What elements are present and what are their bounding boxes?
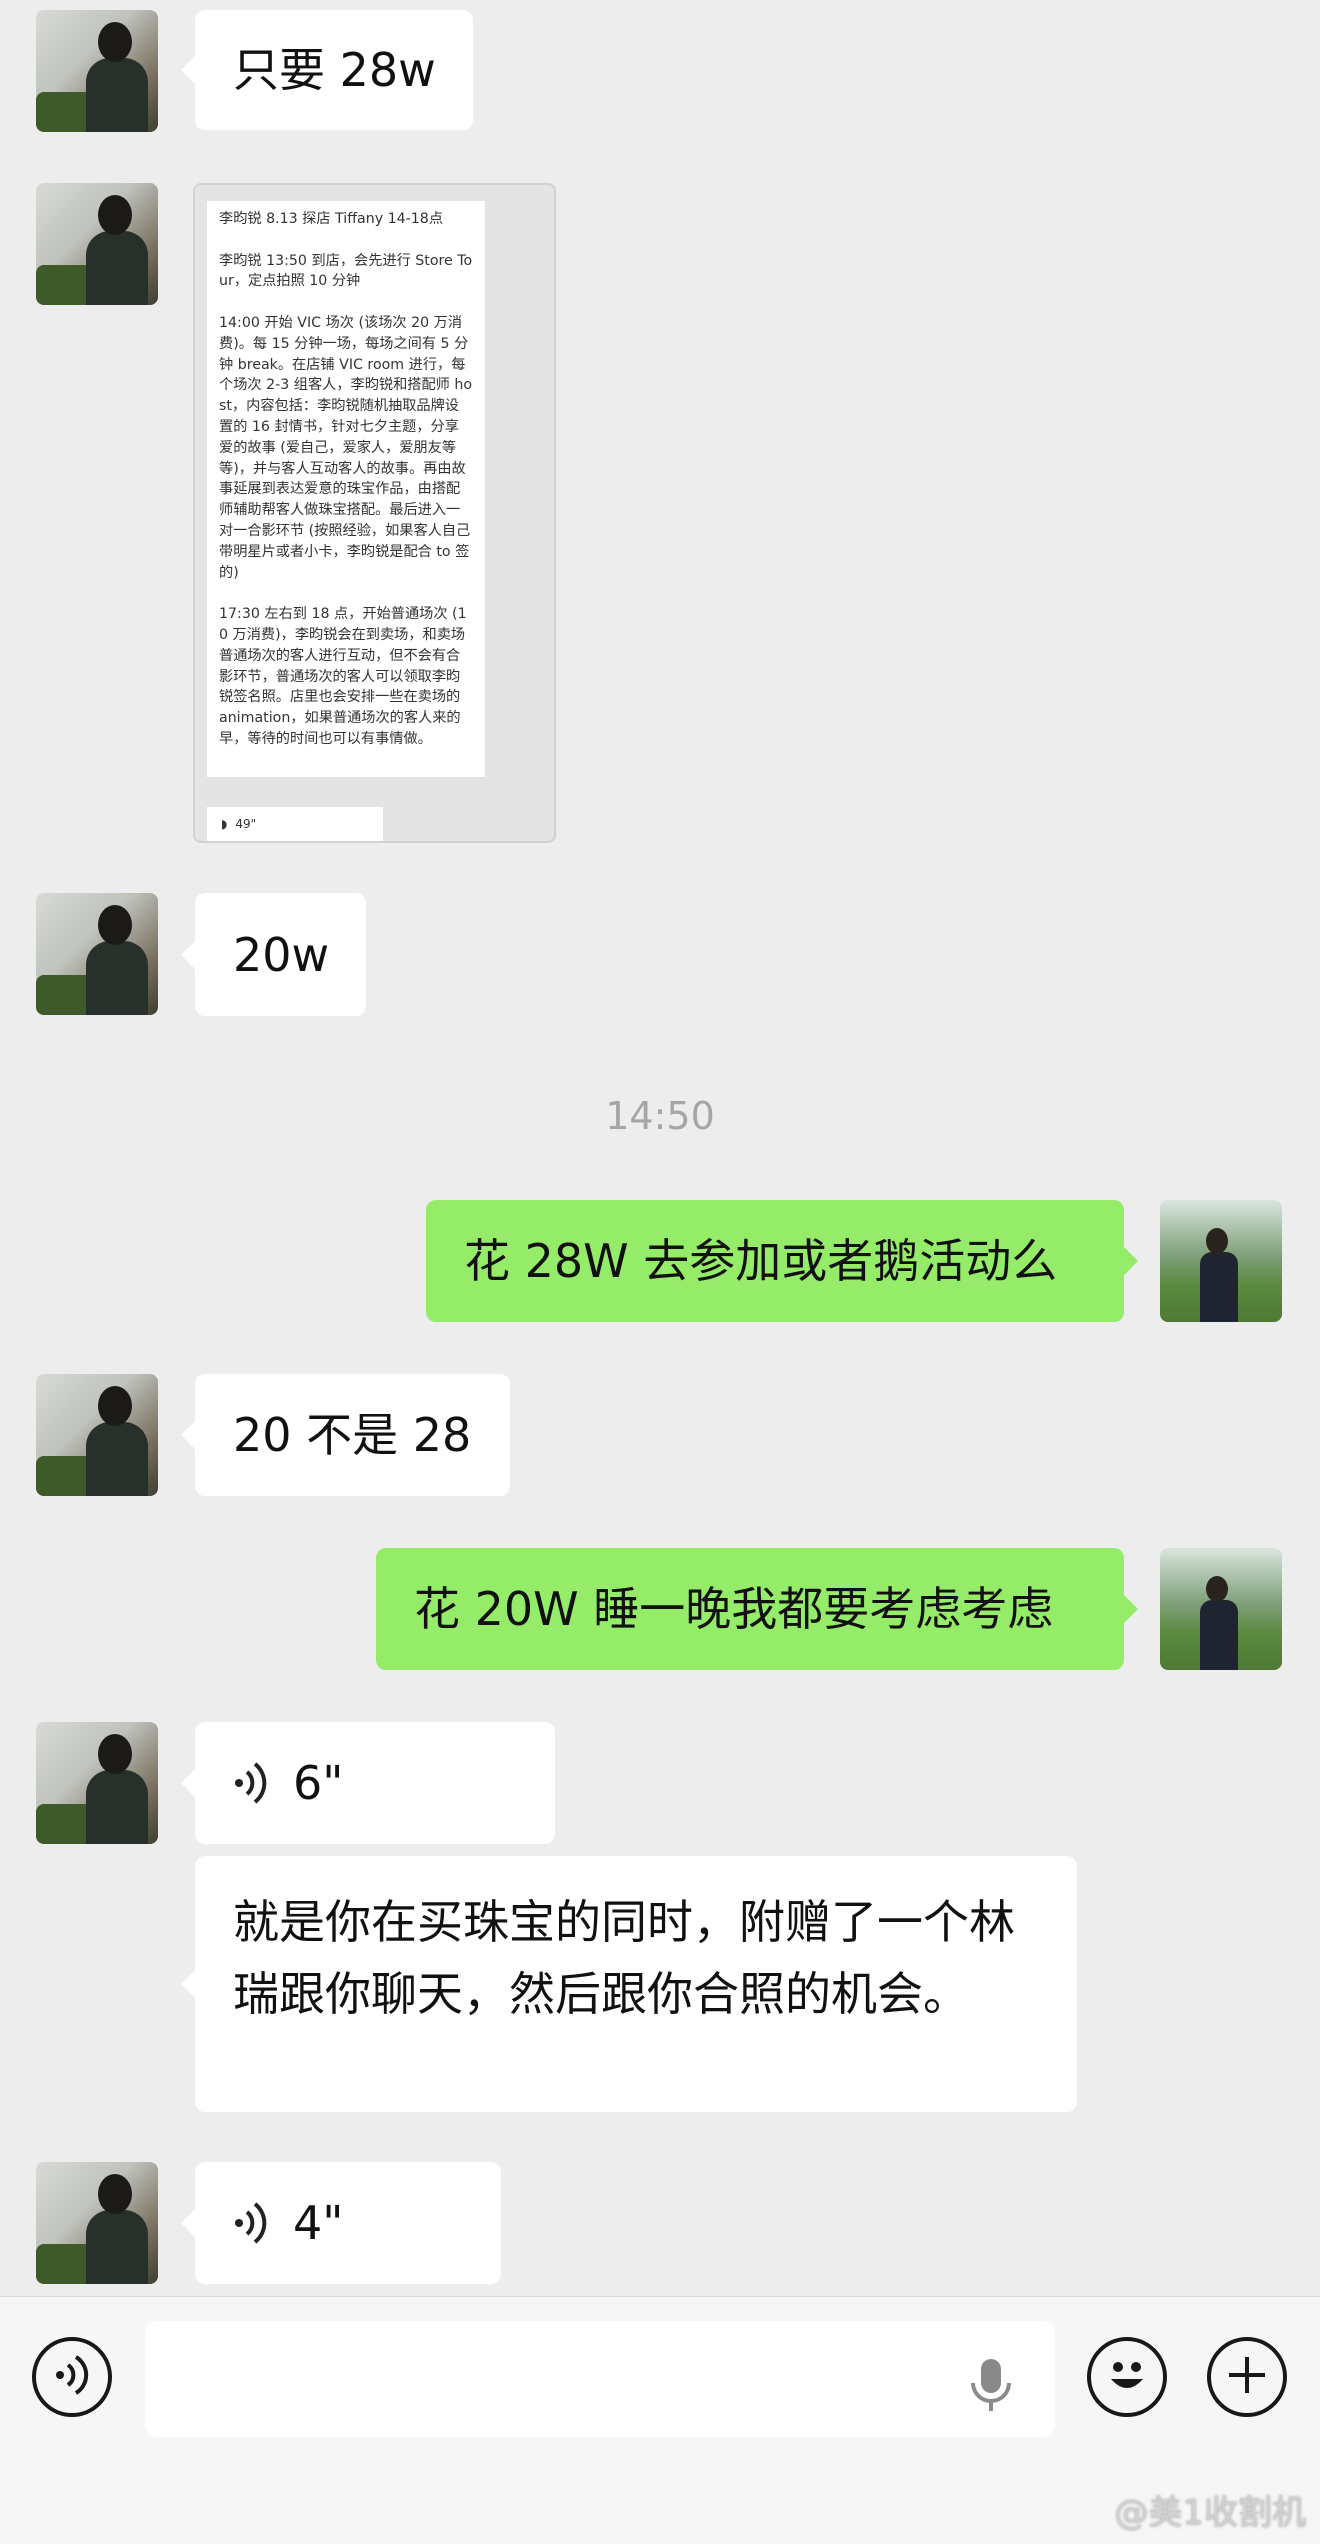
image-note-text: 李昀锐 8.13 探店 Tiffany 14-18点 李昀锐 13:50 到店，… [207,201,485,777]
message-text: 花 28W 去参加或者鹅活动么 [464,1234,1058,1288]
voice-message[interactable]: 4" [181,2162,501,2284]
contact-avatar[interactable] [36,183,158,305]
voice-wave-icon [233,1760,275,1806]
voice-duration: 6" [293,1756,344,1810]
image-message[interactable]: 李昀锐 8.13 探店 Tiffany 14-18点 李昀锐 13:50 到店，… [193,183,556,843]
message-text: 只要 28w [233,43,436,97]
contact-avatar[interactable] [36,893,158,1015]
voice-mode-button[interactable] [32,2337,112,2417]
contact-avatar[interactable] [36,1374,158,1496]
voice-duration: 49" [235,817,257,831]
message-bubble[interactable]: 只要 28w [181,10,473,130]
voice-duration: 4" [293,2196,344,2250]
message-bubble[interactable]: 20 不是 28 [181,1374,510,1496]
self-avatar[interactable] [1160,1548,1282,1670]
microphone-icon[interactable] [969,2355,1013,2415]
chat-input-bar: @美1收割机 [0,2296,1320,2544]
emoji-icon [1099,2347,1155,2407]
plus-icon [1225,2353,1269,2401]
message-text: 花 20W 睡一晚我都要考虑考虑 [414,1582,1054,1636]
message-text: 20w [233,927,330,982]
timestamp: 14:50 [605,1094,715,1138]
self-avatar[interactable] [1160,1200,1282,1322]
contact-avatar[interactable] [36,10,158,132]
voice-wave-icon [233,2200,275,2246]
message-bubble[interactable]: 就是你在买珠宝的同时，附赠了一个林瑞跟你聊天，然后跟你合照的机会。 [181,1856,1077,2112]
contact-avatar[interactable] [36,1722,158,1844]
message-bubble-self[interactable]: 花 20W 睡一晚我都要考虑考虑 [376,1548,1138,1670]
voice-wave-icon: ◗ [221,817,228,831]
voice-mode-icon [52,2353,92,2401]
watermark: @美1收割机 [1114,2493,1306,2533]
image-voice-snippet: ◗ 49" [207,807,383,841]
emoji-button[interactable] [1087,2337,1167,2417]
message-bubble-self[interactable]: 花 28W 去参加或者鹅活动么 [426,1200,1138,1322]
message-text: 就是你在买珠宝的同时，附赠了一个林瑞跟你聊天，然后跟你合照的机会。 [233,1895,1015,2021]
message-input[interactable] [145,2321,1055,2437]
voice-message[interactable]: 6" [181,1722,555,1844]
message-text: 20 不是 28 [233,1408,472,1462]
more-options-button[interactable] [1207,2337,1287,2417]
contact-avatar[interactable] [36,2162,158,2284]
message-bubble[interactable]: 20w [181,893,366,1016]
